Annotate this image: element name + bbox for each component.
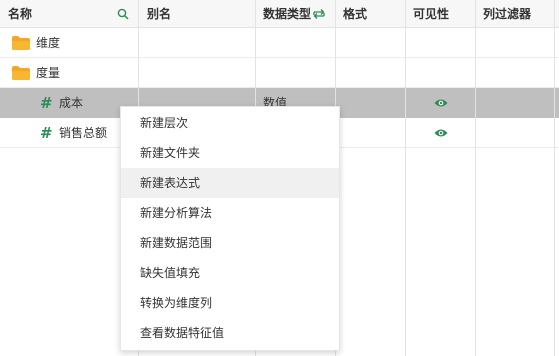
column-header-name[interactable]: 名称 [0, 0, 139, 28]
column-divider [554, 0, 555, 356]
context-menu: 新建层次 新建文件夹 新建表达式 新建分析算法 新建数据范围 缺失值填充 转换为… [120, 106, 340, 351]
row-name: 维度 [36, 36, 61, 50]
folder-icon [12, 66, 30, 80]
column-header-name-label: 名称 [8, 7, 33, 21]
column-header-data-type[interactable]: 数据类型 [255, 0, 335, 28]
row-name: 度量 [36, 66, 61, 80]
menu-item-new-analysis-algorithm[interactable]: 新建分析算法 [121, 198, 339, 228]
hash-icon: # [40, 94, 53, 112]
search-icon[interactable] [117, 8, 129, 20]
column-header-format[interactable]: 格式 [335, 0, 405, 28]
menu-item-new-hierarchy[interactable]: 新建层次 [121, 108, 339, 138]
menu-item-fill-missing-values[interactable]: 缺失值填充 [121, 258, 339, 288]
column-header-data-type-label: 数据类型 [263, 7, 312, 21]
folder-icon [12, 36, 30, 50]
row-name: 成本 [59, 96, 84, 110]
swap-icon[interactable] [312, 8, 326, 20]
menu-item-new-data-range[interactable]: 新建数据范围 [121, 228, 339, 258]
menu-item-convert-to-dimension[interactable]: 转换为维度列 [121, 288, 339, 318]
menu-item-view-data-characteristics[interactable]: 查看数据特征值 [121, 318, 339, 348]
row-name: 销售总额 [59, 126, 108, 140]
eye-icon[interactable] [434, 128, 448, 138]
hash-icon: # [40, 124, 53, 142]
column-divider [405, 0, 406, 356]
column-header-column-filter[interactable]: 列过滤器 [475, 0, 559, 28]
menu-item-new-folder[interactable]: 新建文件夹 [121, 138, 339, 168]
column-divider [475, 0, 476, 356]
menu-item-new-expression[interactable]: 新建表达式 [121, 168, 339, 198]
column-header-alias[interactable]: 别名 [139, 0, 255, 28]
column-header-visibility[interactable]: 可见性 [405, 0, 475, 28]
eye-icon[interactable] [434, 98, 448, 108]
